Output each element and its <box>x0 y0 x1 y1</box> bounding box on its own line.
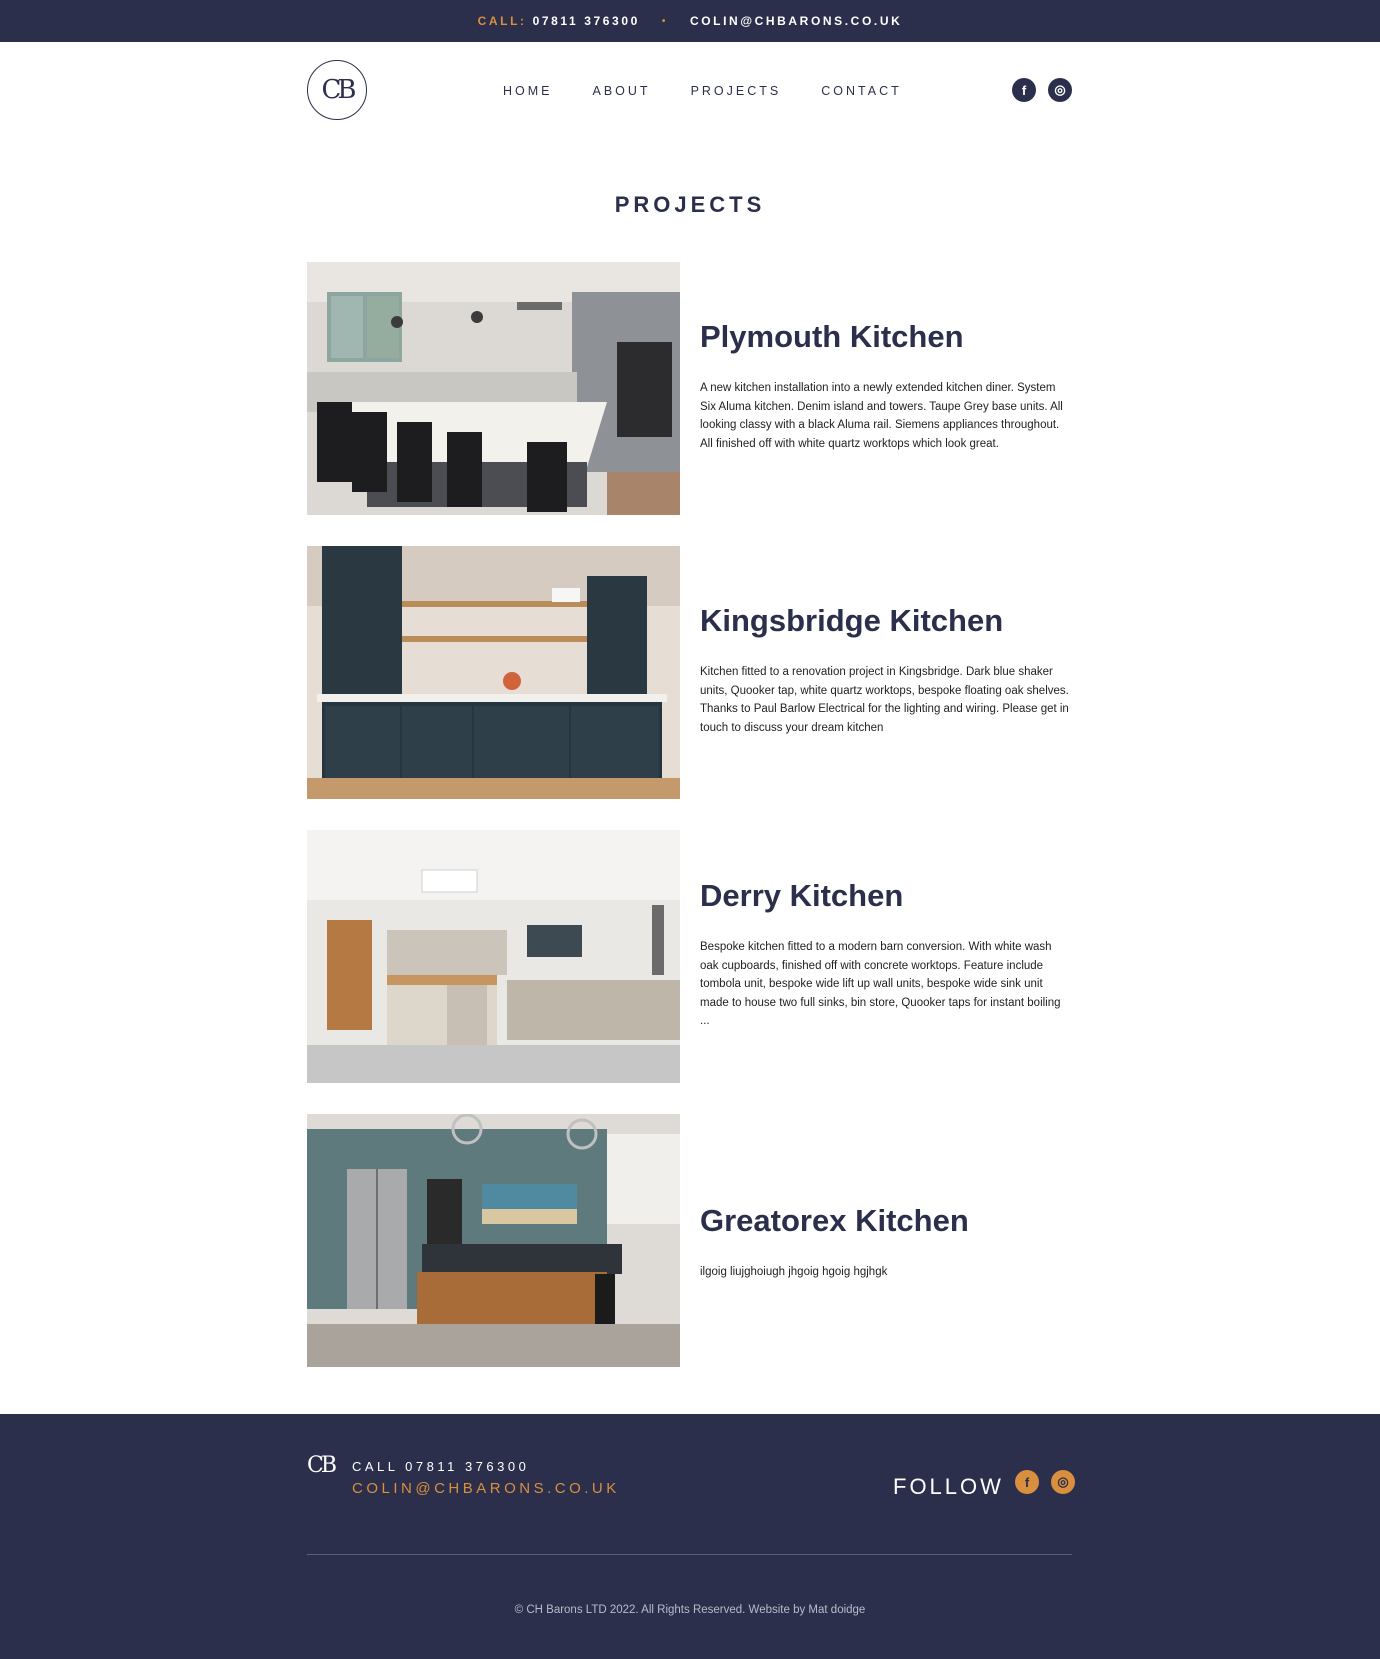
top-contact-bar: CALL: 07811 376300 • COLIN@CHBARONS.CO.U… <box>0 0 1380 42</box>
footer-divider <box>307 1554 1072 1555</box>
nav-home[interactable]: HOME <box>503 84 553 98</box>
project-image-kingsbridge[interactable] <box>307 546 680 799</box>
project-description: Kitchen fitted to a renovation project i… <box>700 666 1069 734</box>
project-text: Greatorex Kitchen ilgoig liujghoiugh jhg… <box>700 1203 1072 1282</box>
follow-heading: FOLLOW <box>893 1474 1004 1499</box>
facebook-icon[interactable]: f <box>1012 78 1036 102</box>
project-title[interactable]: Kingsbridge Kitchen <box>700 603 1072 639</box>
instagram-icon[interactable]: ◎ <box>1048 78 1072 102</box>
copyright: © CH Barons LTD 2022. All Rights Reserve… <box>514 1604 866 1616</box>
logo-monogram: CB <box>321 74 357 105</box>
nav-contact[interactable]: CONTACT <box>821 84 902 98</box>
project-text: Kingsbridge Kitchen Kitchen fitted to a … <box>700 603 1072 737</box>
instagram-icon[interactable]: ◎ <box>1051 1470 1075 1494</box>
nav-projects[interactable]: PROJECTS <box>691 84 782 98</box>
logo[interactable]: CB <box>307 60 367 120</box>
project-card: Kingsbridge Kitchen Kitchen fitted to a … <box>307 546 1072 799</box>
project-description: Bespoke kitchen fitted to a modern barn … <box>700 941 1061 1027</box>
project-image-greatorex[interactable] <box>307 1114 680 1367</box>
call-contact[interactable]: CALL: 07811 376300 <box>478 14 640 28</box>
project-image-derry[interactable] <box>307 830 680 1083</box>
project-title[interactable]: Greatorex Kitchen <box>700 1203 1072 1239</box>
project-title[interactable]: Derry Kitchen <box>700 878 1072 914</box>
project-title[interactable]: Plymouth Kitchen <box>700 319 1072 355</box>
project-text: Plymouth Kitchen A new kitchen installat… <box>700 319 1072 453</box>
footer-phone[interactable]: CALL 07811 376300 <box>352 1459 529 1474</box>
email-link[interactable]: COLIN@CHBARONS.CO.UK <box>690 14 902 28</box>
site-header: CB HOME ABOUT PROJECTS CONTACT f ◎ <box>307 60 1072 122</box>
project-card: Plymouth Kitchen A new kitchen installat… <box>307 262 1072 515</box>
project-description: A new kitchen installation into a newly … <box>700 382 1063 450</box>
phone-number: 07811 376300 <box>532 14 640 28</box>
page-title: PROJECTS <box>614 192 766 217</box>
footer-logo[interactable]: CB <box>307 1455 337 1477</box>
project-text: Derry Kitchen Bespoke kitchen fitted to … <box>700 878 1072 1031</box>
project-card: Greatorex Kitchen ilgoig liujghoiugh jhg… <box>307 1114 1072 1367</box>
header-social: f ◎ <box>1012 78 1072 102</box>
site-footer: CB CALL 07811 376300 COLIN@CHBARONS.CO.U… <box>0 1414 1380 1659</box>
facebook-icon[interactable]: f <box>1015 1470 1039 1494</box>
footer-social: f ◎ <box>1015 1470 1075 1494</box>
call-label: CALL: <box>477 14 527 28</box>
main-nav: HOME ABOUT PROJECTS CONTACT <box>503 84 902 98</box>
nav-about[interactable]: ABOUT <box>593 84 651 98</box>
separator-dot: • <box>661 15 668 27</box>
project-card: Derry Kitchen Bespoke kitchen fitted to … <box>307 830 1072 1083</box>
footer-email[interactable]: COLIN@CHBARONS.CO.UK <box>352 1480 620 1497</box>
project-image-plymouth[interactable] <box>307 262 680 515</box>
project-description: ilgoig liujghoiugh jhgoig hgoig hgjhgk <box>700 1266 888 1278</box>
